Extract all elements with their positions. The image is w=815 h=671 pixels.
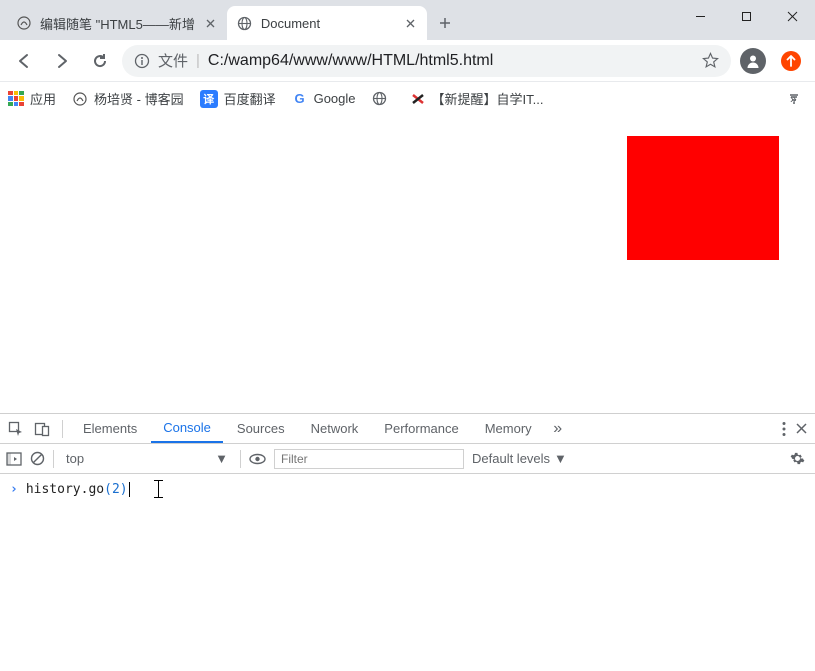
window-minimize-button[interactable] bbox=[677, 0, 723, 32]
bookmark-label: 杨培贤 - 博客园 bbox=[94, 89, 184, 108]
console-toolbar: top ▼ Default levels ▼ bbox=[0, 444, 815, 474]
red-box bbox=[627, 136, 779, 260]
console-prompt-icon: › bbox=[10, 482, 18, 497]
bookmark-item-2[interactable]: G Google bbox=[292, 91, 356, 107]
device-toolbar-icon[interactable] bbox=[30, 421, 54, 437]
browser-tab-0[interactable]: 编辑随笔 "HTML5——新增 bbox=[6, 6, 227, 40]
address-bar[interactable]: 文件 | C:/wamp64/www/www/HTML/html5.html bbox=[122, 45, 731, 77]
tab-title: Document bbox=[261, 16, 395, 31]
console-input-text: history.go(2) bbox=[26, 482, 130, 497]
levels-label: Default levels bbox=[472, 451, 550, 466]
devtools-tab-memory[interactable]: Memory bbox=[473, 414, 544, 443]
globe-icon bbox=[372, 91, 388, 107]
toolbar: 文件 | C:/wamp64/www/www/HTML/html5.html bbox=[0, 40, 815, 82]
page-viewport bbox=[0, 116, 815, 414]
console-body[interactable]: › history.go(2) bbox=[0, 474, 815, 671]
devtools-tabbar: Elements Console Sources Network Perform… bbox=[0, 414, 815, 444]
bookmark-item-3[interactable] bbox=[372, 91, 394, 107]
devtools-tab-console[interactable]: Console bbox=[151, 414, 223, 443]
site-info-icon[interactable]: 文件 | bbox=[134, 50, 200, 71]
apps-label: 应用 bbox=[30, 89, 56, 108]
console-filter-input[interactable] bbox=[274, 449, 464, 469]
devtools-panel: Elements Console Sources Network Perform… bbox=[0, 414, 815, 671]
bookmark-star-icon[interactable] bbox=[702, 52, 719, 69]
tab-close-icon[interactable] bbox=[403, 15, 419, 31]
bookmarks-bar: 应用 杨培贤 - 博客园 译 百度翻译 G Google 【新提醒】自学IT..… bbox=[0, 82, 815, 116]
browser-tab-1[interactable]: Document bbox=[227, 6, 427, 40]
bookmark-favicon bbox=[410, 91, 426, 107]
tab-favicon-cnblogs bbox=[16, 15, 32, 31]
url-separator: | bbox=[196, 52, 200, 69]
bookmarks-overflow-icon[interactable]: » bbox=[787, 92, 807, 106]
bookmark-label: 百度翻译 bbox=[224, 89, 276, 108]
svg-text:»: » bbox=[790, 92, 797, 106]
back-button[interactable] bbox=[8, 45, 40, 77]
profile-avatar[interactable] bbox=[737, 45, 769, 77]
bookmark-label: 【新提醒】自学IT... bbox=[432, 89, 544, 108]
tab-title: 编辑随笔 "HTML5——新增 bbox=[40, 14, 195, 33]
apps-button[interactable]: 应用 bbox=[8, 89, 56, 108]
url-prefix: 文件 bbox=[158, 50, 188, 71]
bookmark-favicon bbox=[72, 91, 88, 107]
devtools-tab-performance[interactable]: Performance bbox=[372, 414, 470, 443]
extension-icon[interactable] bbox=[775, 45, 807, 77]
dropdown-triangle-icon: ▼ bbox=[215, 451, 228, 466]
console-settings-icon[interactable] bbox=[790, 451, 809, 466]
reload-button[interactable] bbox=[84, 45, 116, 77]
devtools-tab-network[interactable]: Network bbox=[299, 414, 371, 443]
forward-button[interactable] bbox=[46, 45, 78, 77]
bookmark-item-4[interactable]: 【新提醒】自学IT... bbox=[410, 89, 544, 108]
live-expression-icon[interactable] bbox=[249, 453, 266, 465]
console-input-line[interactable]: › history.go(2) bbox=[0, 478, 815, 500]
tab-favicon-globe bbox=[237, 15, 253, 31]
apps-grid-icon bbox=[8, 91, 24, 107]
window-maximize-button[interactable] bbox=[723, 0, 769, 32]
execution-context-select[interactable]: top ▼ bbox=[62, 449, 232, 469]
baidu-fanyi-icon: 译 bbox=[200, 90, 218, 108]
window-close-button[interactable] bbox=[769, 0, 815, 32]
url-text: C:/wamp64/www/www/HTML/html5.html bbox=[208, 52, 694, 70]
tab-close-icon[interactable] bbox=[203, 15, 219, 31]
console-sidebar-toggle-icon[interactable] bbox=[6, 452, 22, 466]
inspect-element-icon[interactable] bbox=[4, 421, 28, 437]
devtools-menu-icon[interactable] bbox=[782, 421, 786, 437]
google-icon: G bbox=[292, 91, 308, 107]
dropdown-triangle-icon: ▼ bbox=[554, 451, 567, 466]
devtools-overflow-icon[interactable]: » bbox=[546, 420, 570, 438]
devtools-tab-elements[interactable]: Elements bbox=[71, 414, 149, 443]
devtools-tab-sources[interactable]: Sources bbox=[225, 414, 297, 443]
bookmark-label: Google bbox=[314, 91, 356, 106]
bookmark-item-1[interactable]: 译 百度翻译 bbox=[200, 89, 276, 108]
bookmark-item-0[interactable]: 杨培贤 - 博客园 bbox=[72, 89, 184, 108]
context-label: top bbox=[66, 451, 84, 466]
text-cursor-icon bbox=[152, 480, 166, 498]
devtools-close-icon[interactable] bbox=[796, 423, 807, 434]
log-levels-select[interactable]: Default levels ▼ bbox=[472, 451, 567, 466]
new-tab-button[interactable] bbox=[431, 9, 459, 37]
clear-console-icon[interactable] bbox=[30, 451, 45, 466]
